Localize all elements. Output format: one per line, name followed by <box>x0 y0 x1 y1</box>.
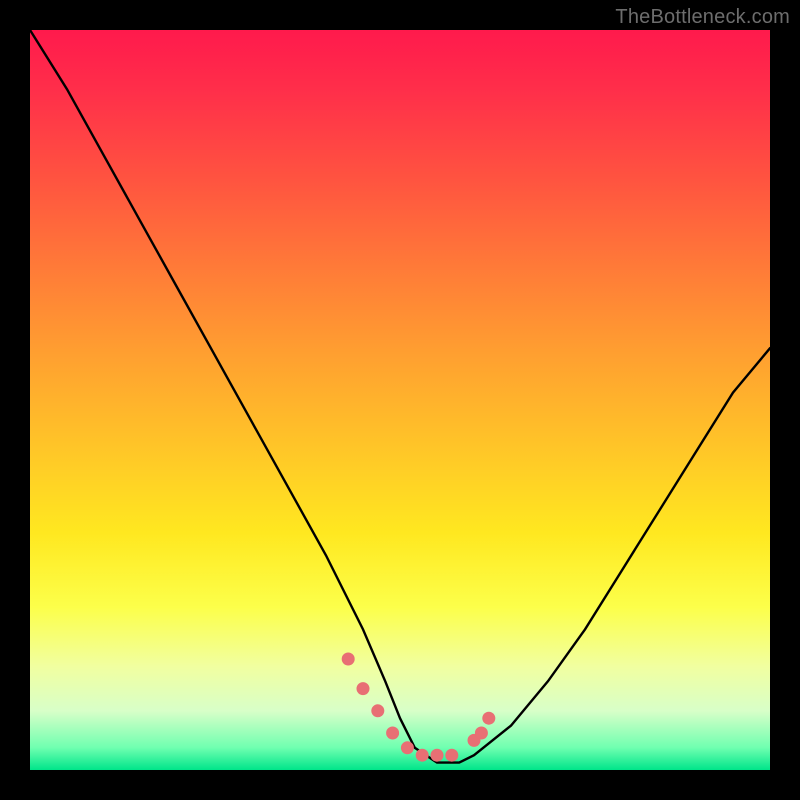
watermark-text: TheBottleneck.com <box>615 6 790 29</box>
chart-svg <box>30 30 770 770</box>
highlight-dot <box>357 682 370 695</box>
bottleneck-curve <box>30 30 770 763</box>
highlight-dot <box>416 749 429 762</box>
highlight-dot <box>386 727 399 740</box>
highlight-dot <box>431 749 444 762</box>
highlight-dot <box>401 741 414 754</box>
highlight-dots <box>342 653 496 762</box>
highlight-dot <box>371 704 384 717</box>
highlight-dot <box>482 712 495 725</box>
chart-frame: TheBottleneck.com <box>0 0 800 800</box>
plot-area <box>30 30 770 770</box>
highlight-dot <box>445 749 458 762</box>
highlight-dot <box>342 653 355 666</box>
highlight-dot <box>475 727 488 740</box>
